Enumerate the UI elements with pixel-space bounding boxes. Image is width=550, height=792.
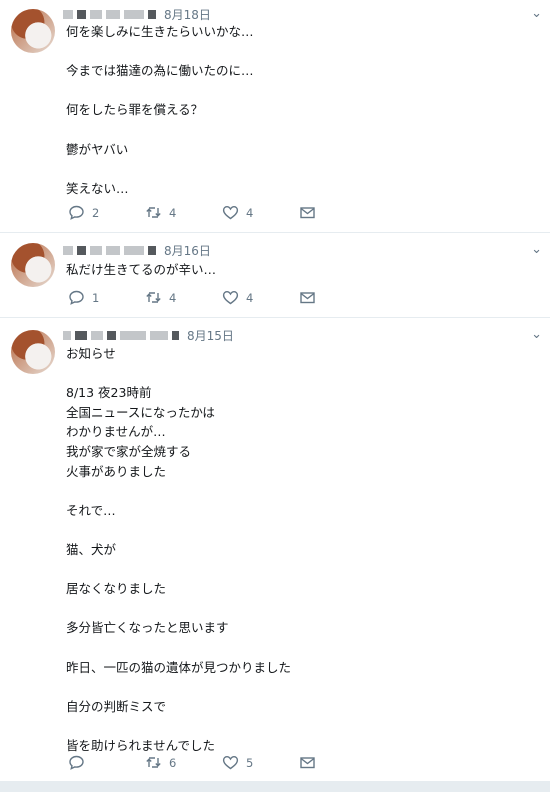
reply-count: 2 xyxy=(92,205,100,220)
dm-button[interactable] xyxy=(299,755,376,770)
tweet-text: 何を楽しみに生きたらいいかな… 今までは猫達の為に働いたのに… 何をしたら罪を償… xyxy=(66,24,254,196)
redacted-name xyxy=(75,330,87,340)
retweet-count: 4 xyxy=(169,290,177,305)
redacted-name xyxy=(106,9,120,19)
avatar[interactable] xyxy=(11,330,55,374)
redacted-handle xyxy=(148,245,156,255)
tweet-date[interactable]: 8月16日 xyxy=(164,242,211,259)
tweet[interactable]: 8月16日 ⌄ 私だけ生きてるのが辛い… 1 4 4 xyxy=(0,233,550,318)
chevron-down-icon[interactable]: ⌄ xyxy=(531,327,542,342)
heart-icon xyxy=(222,290,239,305)
redacted-name xyxy=(91,330,103,340)
avatar[interactable] xyxy=(11,9,55,53)
reply-count: 1 xyxy=(92,290,100,305)
tweet-actions: 1 4 4 xyxy=(68,290,376,305)
tweet[interactable]: 8月18日 ⌄ 何を楽しみに生きたらいいかな… 今までは猫達の為に働いたのに… … xyxy=(0,0,550,233)
like-button[interactable]: 4 xyxy=(222,290,299,305)
like-count: 5 xyxy=(246,755,254,770)
tweet-header: 8月18日 xyxy=(63,5,211,23)
timeline-footer xyxy=(0,781,550,792)
redacted-name xyxy=(106,245,120,255)
redacted-name xyxy=(90,245,102,255)
reply-button[interactable]: 2 xyxy=(68,205,145,220)
retweet-button[interactable]: 4 xyxy=(145,290,222,305)
chevron-down-icon[interactable]: ⌄ xyxy=(531,242,542,257)
reply-button[interactable] xyxy=(68,755,145,770)
envelope-icon xyxy=(300,757,315,769)
heart-icon xyxy=(222,205,239,220)
dm-button[interactable] xyxy=(299,290,376,305)
heart-icon xyxy=(222,755,239,770)
redacted-name xyxy=(77,9,86,19)
envelope-icon xyxy=(300,292,315,304)
redacted-handle xyxy=(172,330,179,340)
like-count: 4 xyxy=(246,290,254,305)
retweet-button[interactable]: 4 xyxy=(145,205,222,220)
tweet-date[interactable]: 8月18日 xyxy=(164,6,211,23)
tweet[interactable]: 8月15日 ⌄ お知らせ 8/13 夜23時前 全国ニュースになったかは わかり… xyxy=(0,318,550,781)
avatar[interactable] xyxy=(11,243,55,287)
redacted-handle xyxy=(148,9,156,19)
tweet-text: 私だけ生きてるのが辛い… xyxy=(66,262,217,277)
chevron-down-icon[interactable]: ⌄ xyxy=(531,6,542,21)
reply-button[interactable]: 1 xyxy=(68,290,145,305)
redacted-handle xyxy=(124,9,144,19)
tweet-actions: 2 4 4 xyxy=(68,205,376,220)
redacted-handle xyxy=(124,245,144,255)
retweet-count: 4 xyxy=(169,205,177,220)
like-button[interactable]: 4 xyxy=(222,205,299,220)
redacted-name xyxy=(63,330,71,340)
redacted-name xyxy=(63,9,73,19)
dm-button[interactable] xyxy=(299,205,376,220)
reply-icon xyxy=(69,205,84,220)
like-count: 4 xyxy=(246,205,254,220)
tweet-text: お知らせ 8/13 夜23時前 全国ニュースになったかは わかりませんが… 我が… xyxy=(66,346,292,753)
retweet-button[interactable]: 6 xyxy=(145,755,222,770)
envelope-icon xyxy=(300,207,315,219)
reply-icon xyxy=(69,755,84,770)
tweet-actions: 6 5 xyxy=(68,755,376,770)
reply-icon xyxy=(69,290,84,305)
retweet-icon xyxy=(146,207,161,218)
tweet-header: 8月16日 xyxy=(63,241,211,259)
like-button[interactable]: 5 xyxy=(222,755,299,770)
redacted-name xyxy=(77,245,86,255)
redacted-handle xyxy=(120,330,146,340)
retweet-icon xyxy=(146,292,161,303)
retweet-icon xyxy=(146,757,161,768)
retweet-count: 6 xyxy=(169,755,177,770)
redacted-name xyxy=(90,9,102,19)
tweet-date[interactable]: 8月15日 xyxy=(187,327,234,344)
redacted-name xyxy=(63,245,73,255)
redacted-name xyxy=(107,330,116,340)
tweet-header: 8月15日 xyxy=(63,326,234,344)
redacted-handle xyxy=(150,330,168,340)
